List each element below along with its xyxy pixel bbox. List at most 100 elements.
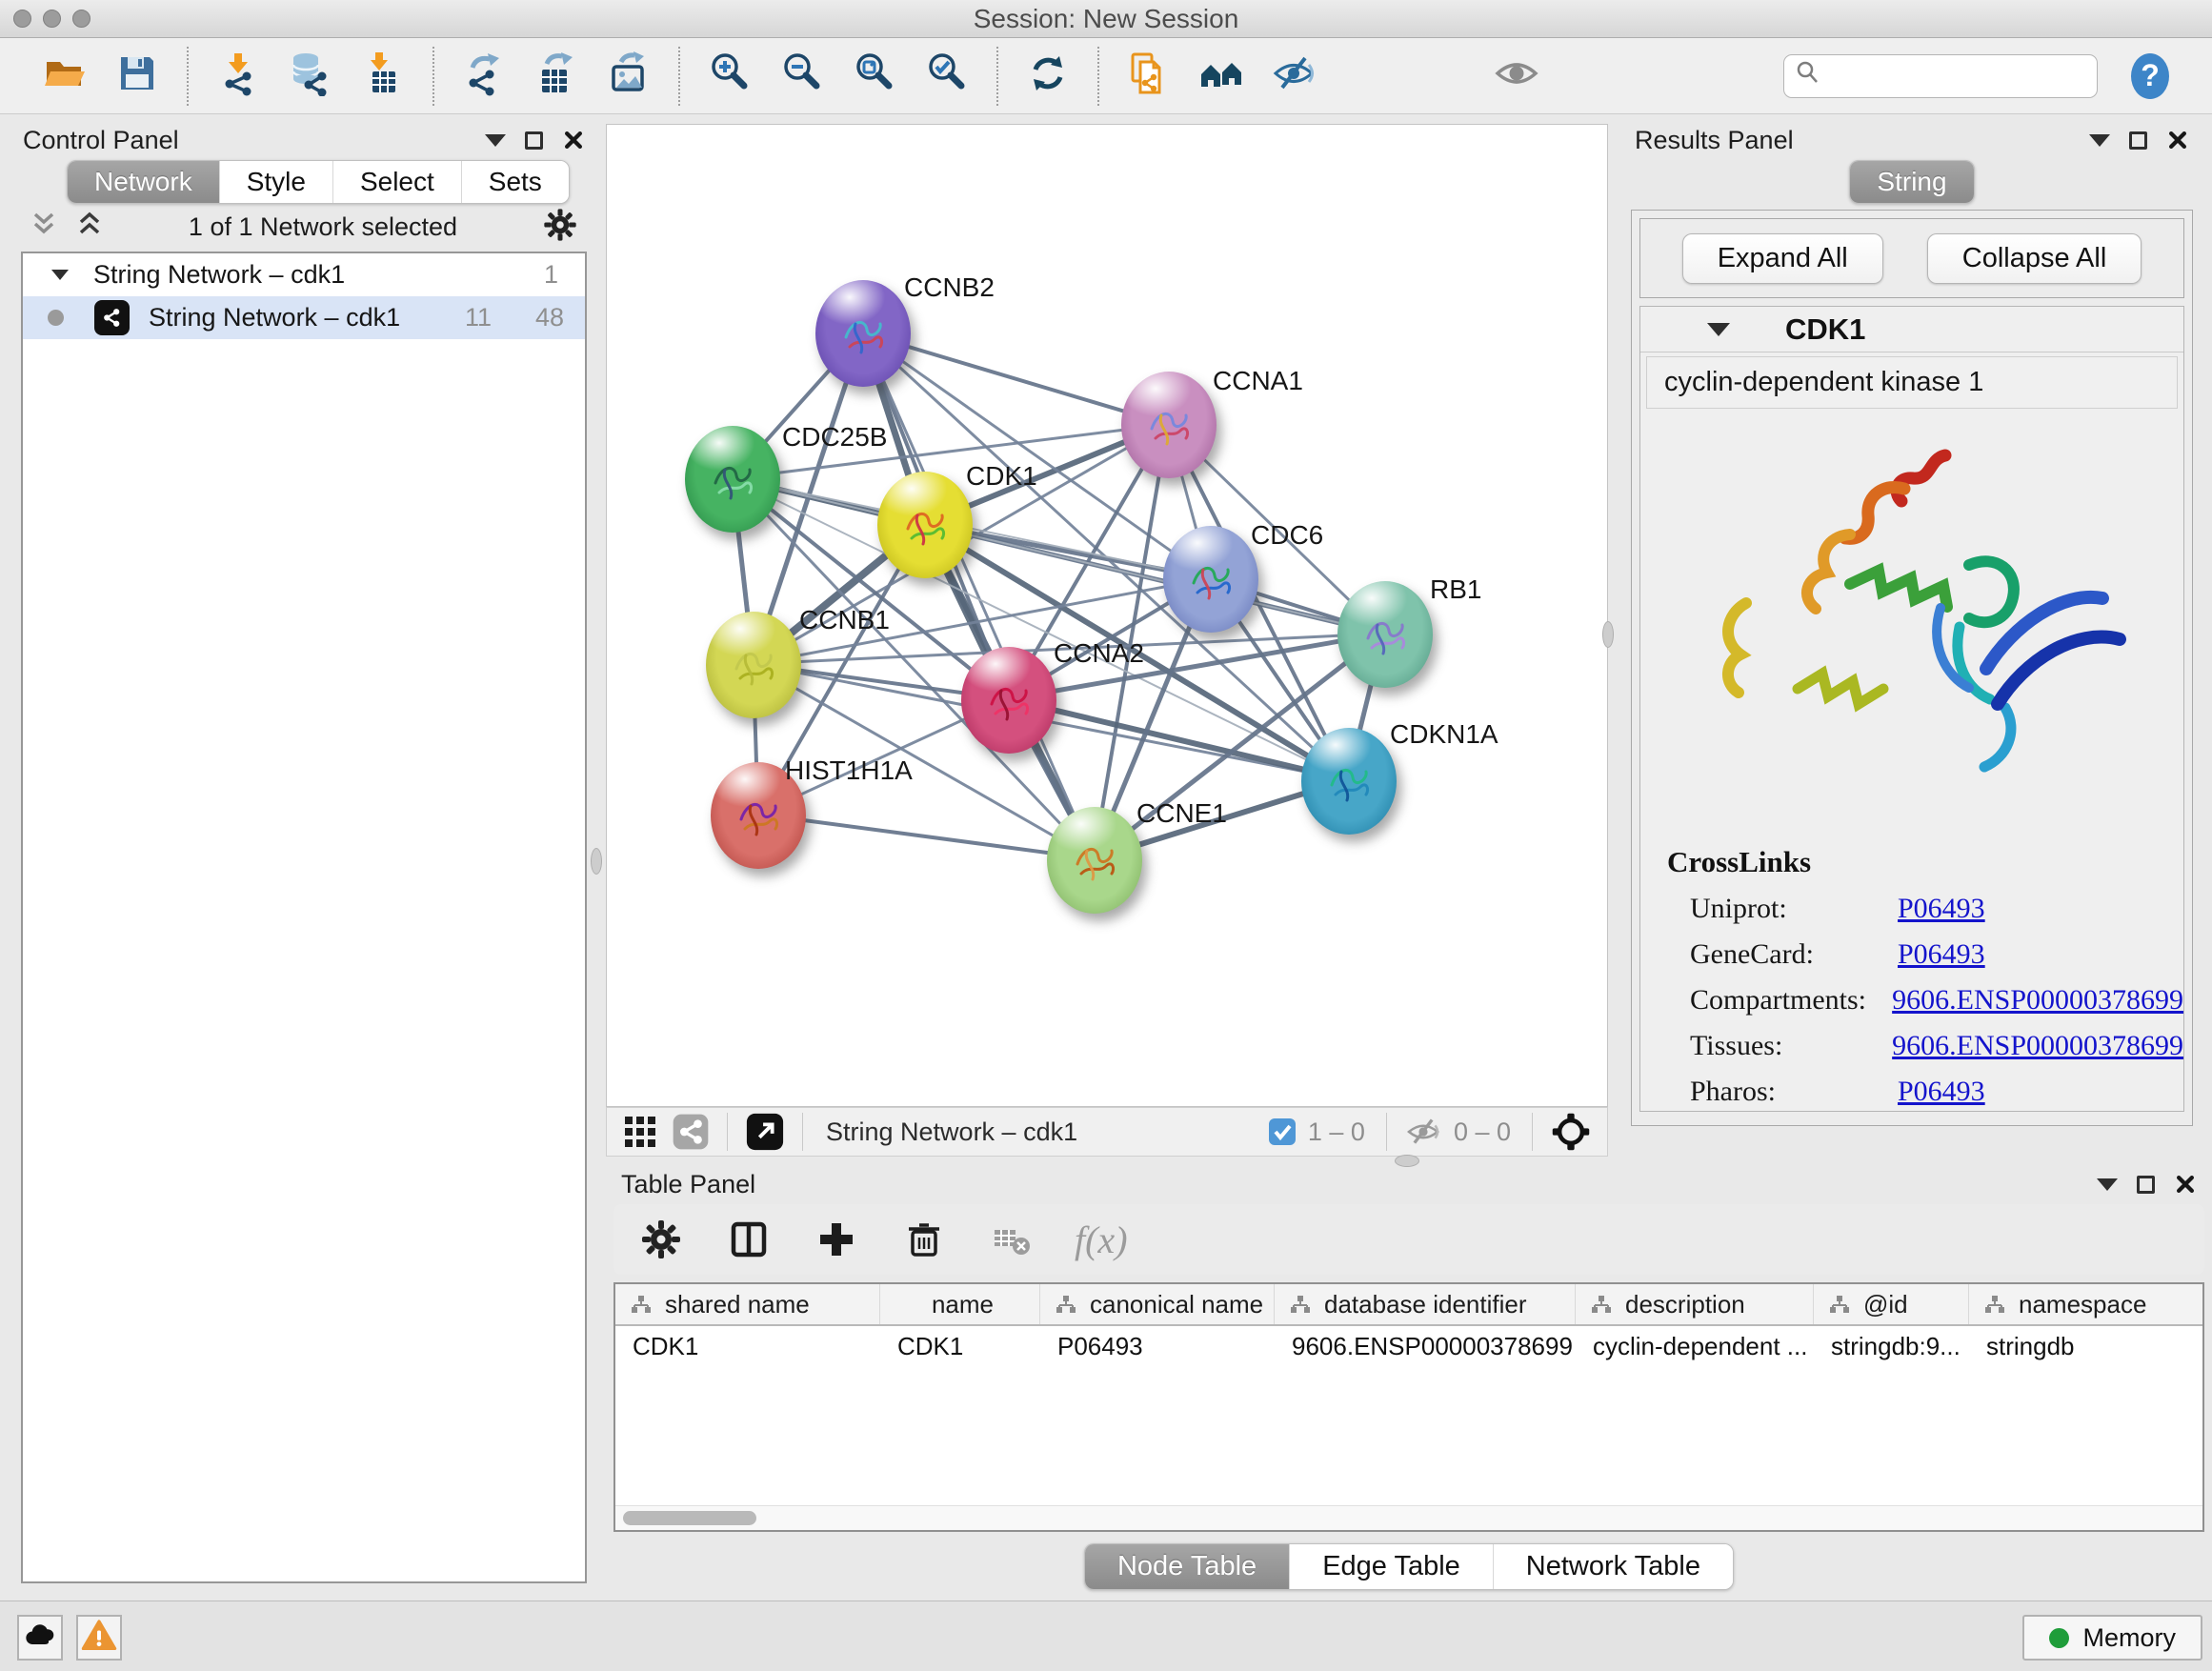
column-header[interactable]: @id [1814,1284,1969,1324]
column-header[interactable]: canonical name [1040,1284,1275,1324]
column-header[interactable]: shared name [615,1284,880,1324]
tab-sets[interactable]: Sets [462,161,569,203]
selected-checkbox-icon[interactable] [1268,1117,1297,1146]
network-node-rb1[interactable] [1337,581,1433,688]
zoom-fit-button[interactable] [850,51,899,101]
network-node-ccna1[interactable] [1121,372,1217,478]
import-network-button[interactable] [213,51,263,101]
import-network-from-database-button[interactable] [286,51,335,101]
network-edge[interactable] [758,815,1094,859]
export-table-icon [533,50,579,101]
panel-float-icon[interactable] [2137,1176,2155,1194]
birds-eye-crosshair-icon[interactable] [1550,1111,1592,1153]
refresh-button[interactable] [1023,51,1073,101]
panel-menu-icon[interactable] [2097,1178,2118,1191]
network-edge[interactable] [1008,699,1347,780]
tab-select[interactable]: Select [333,161,462,203]
right-splitter-handle[interactable] [1602,621,1614,648]
table-options-gear-icon[interactable] [636,1215,686,1264]
panel-close-icon[interactable] [2166,129,2189,151]
tab-node-table[interactable]: Node Table [1085,1544,1290,1589]
table-cell[interactable]: 9606.ENSP00000378699 [1275,1326,1576,1366]
crosslink-link[interactable]: 9606.ENSP00000378699 [1892,984,2183,1017]
network-row[interactable]: String Network – cdk1 11 48 [23,296,585,339]
expand-all-button[interactable]: Expand All [1682,233,1883,284]
panel-menu-icon[interactable] [2089,134,2110,147]
table-cell[interactable]: CDK1 [615,1326,880,1366]
column-header[interactable]: database identifier [1275,1284,1576,1324]
search-input[interactable] [1822,61,2080,91]
grid-view-icon[interactable] [622,1114,658,1150]
zoom-selected-button[interactable] [922,51,972,101]
zoom-in-button[interactable] [705,51,754,101]
tab-network[interactable]: Network [68,161,220,203]
crosslink-link[interactable]: 9606.ENSP00000378699 [1892,1030,2183,1062]
panel-menu-icon[interactable] [485,134,506,147]
table-cell[interactable]: CDK1 [880,1326,1040,1366]
network-node-ccnb2[interactable] [815,280,911,387]
table-cell[interactable]: stringdb [1969,1326,2204,1366]
column-header[interactable]: description [1576,1284,1814,1324]
cloud-status-button[interactable] [17,1615,63,1661]
network-node-ccna2[interactable] [961,647,1056,754]
network-node-cdk1[interactable] [877,472,973,578]
scrollbar-thumb[interactable] [623,1511,756,1525]
zoom-out-button[interactable] [777,51,827,101]
collection-expand-icon[interactable] [51,270,69,280]
crosslink-link[interactable]: P06493 [1898,893,1985,925]
open-session-button[interactable] [40,51,90,101]
network-canvas[interactable]: CCNB2 CCNA1 CDC25B CDK1 CDC6 RB1 CCNB1 C… [606,124,1608,1107]
show-columns-icon[interactable] [724,1215,774,1264]
bottom-splitter-handle[interactable] [1395,1155,1419,1167]
show-graphics-button[interactable] [1492,51,1541,101]
first-neighbors-button[interactable] [1196,51,1246,101]
network-node-cdc6[interactable] [1163,526,1258,633]
collapse-all-button[interactable]: Collapse All [1927,233,2142,284]
zoom-out-icon [779,50,825,101]
tab-network-table[interactable]: Network Table [1494,1544,1733,1589]
network-node-cdkn1a[interactable] [1301,728,1397,835]
birds-eye-toggle-icon[interactable] [672,1113,710,1151]
warnings-button[interactable] [76,1615,122,1661]
delete-column-icon[interactable] [899,1215,949,1264]
protein-card-header[interactable]: CDK1 [1640,307,2183,352]
help-button[interactable]: ? [2124,50,2176,102]
expand-all-networks-icon[interactable] [74,210,105,245]
add-column-icon[interactable] [812,1215,861,1264]
export-network-button[interactable] [459,51,509,101]
export-image-button[interactable] [604,51,654,101]
column-header[interactable]: name [880,1284,1040,1324]
table-cell[interactable]: cyclin-dependent ... [1576,1326,1814,1366]
network-node-cdc25b[interactable] [685,426,780,533]
node-label: CDC6 [1251,520,1323,551]
tab-edge-table[interactable]: Edge Table [1290,1544,1494,1589]
node-label: RB1 [1430,574,1481,605]
open-in-browser-icon[interactable] [745,1112,785,1152]
panel-float-icon[interactable] [2129,131,2147,150]
save-session-button[interactable] [112,51,162,101]
table-cell[interactable]: stringdb:9... [1814,1326,1969,1366]
tab-string[interactable]: String [1850,161,1973,203]
import-table-button[interactable] [358,51,408,101]
crosslink-link[interactable]: P06493 [1898,1076,1985,1108]
panel-close-icon[interactable] [562,129,585,151]
table-row[interactable]: CDK1CDK1P064939606.ENSP00000378699cyclin… [615,1326,2202,1366]
collapse-all-networks-icon[interactable] [29,210,59,245]
panel-float-icon[interactable] [525,131,543,150]
panel-close-icon[interactable] [2174,1173,2197,1196]
memory-button[interactable]: Memory [2022,1615,2202,1661]
left-splitter-handle[interactable] [591,848,602,875]
crosslink-link[interactable]: P06493 [1898,938,1985,971]
table-cell[interactable]: P06493 [1040,1326,1275,1366]
network-options-gear-icon[interactable] [541,206,579,249]
column-header[interactable]: namespace [1969,1284,2204,1324]
network-collection-row[interactable]: String Network – cdk1 1 [23,253,585,296]
network-node-ccne1[interactable] [1047,807,1142,914]
hide-selected-button[interactable] [1269,51,1318,101]
clone-network-button[interactable] [1124,51,1174,101]
collapse-protein-icon[interactable] [1707,323,1730,336]
network-node-ccnb1[interactable] [706,612,801,718]
export-table-button[interactable] [532,51,581,101]
tab-style[interactable]: Style [220,161,333,203]
table-horizontal-scrollbar[interactable] [615,1505,2202,1530]
